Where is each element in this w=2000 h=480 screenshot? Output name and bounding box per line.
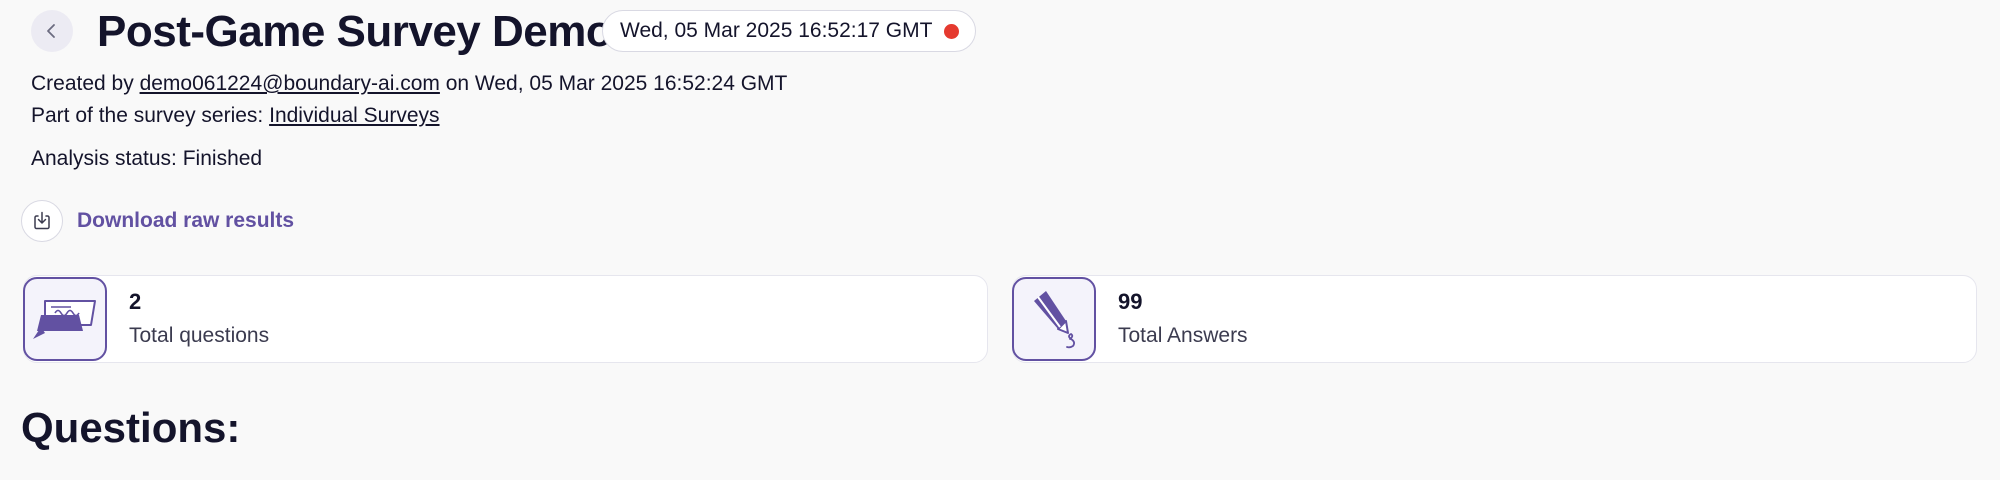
created-by-suffix: on Wed, 05 Mar 2025 16:52:24 GMT	[439, 72, 788, 95]
date-badge: Wed, 05 Mar 2025 16:52:17 GMT	[602, 10, 977, 52]
back-button[interactable]	[31, 10, 73, 52]
chevron-left-icon	[47, 24, 55, 38]
download-label: Download raw results	[77, 209, 295, 232]
created-by-prefix: Created by	[31, 72, 140, 95]
chat-bubble-icon	[33, 300, 96, 339]
created-by-line: Created by demo061224@boundary-ai.com on…	[31, 70, 787, 98]
status-dot-icon	[944, 23, 960, 39]
stat-text-questions: 2 Total questions	[129, 287, 269, 351]
stat-card-questions: 2 Total questions	[23, 275, 988, 363]
stat-card-answers: 99 Total Answers	[1012, 275, 1977, 363]
download-icon-wrapper	[21, 200, 63, 242]
stat-icon-questions	[23, 277, 107, 361]
stat-value: 99	[1118, 289, 1143, 314]
download-raw-results-button[interactable]: Download raw results	[21, 200, 294, 242]
survey-series-link[interactable]: Individual Surveys	[269, 104, 439, 127]
creator-email-link[interactable]: demo061224@boundary-ai.com	[140, 72, 440, 95]
stat-value: 2	[129, 289, 142, 314]
analysis-status: Analysis status: Finished	[31, 147, 263, 170]
stat-text-answers: 99 Total Answers	[1118, 287, 1248, 351]
download-icon	[34, 211, 50, 230]
pen-signature-icon	[1034, 291, 1076, 349]
questions-heading: Questions:	[21, 404, 241, 451]
date-badge-text: Wed, 05 Mar 2025 16:52:17 GMT	[620, 19, 933, 42]
survey-series-prefix: Part of the survey series:	[31, 104, 270, 127]
page-title: Post-Game Survey Demo	[97, 7, 613, 56]
survey-series-line: Part of the survey series: Individual Su…	[31, 102, 440, 130]
stat-icon-answers	[1012, 277, 1096, 361]
stat-label: Total questions	[129, 324, 270, 347]
stat-label: Total Answers	[1118, 324, 1248, 347]
